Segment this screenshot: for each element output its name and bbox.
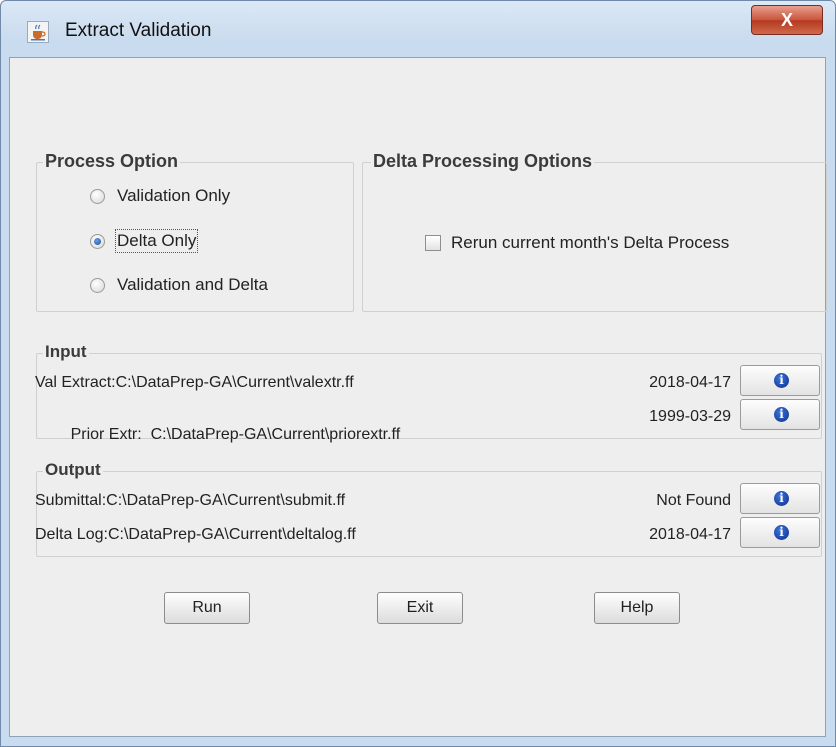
info-icon: i	[774, 407, 789, 422]
info-icon: i	[774, 491, 789, 506]
output-row-submittal: Submittal:C:\DataPrep-GA\Current\submit.…	[35, 483, 825, 519]
file-date: 2018-04-17	[649, 374, 731, 391]
radio-delta-only[interactable]: Delta Only	[90, 228, 199, 254]
input-row-val-extract: Val Extract:C:\DataPrep-GA\Current\valex…	[35, 365, 825, 401]
process-option-panel: Process Option Validation Only Delta Onl…	[36, 151, 354, 312]
radio-button-icon	[90, 277, 105, 293]
radio-button-selected-icon	[90, 233, 105, 249]
checkbox-icon	[425, 235, 441, 251]
file-label: Prior Extr: C:\DataPrep-GA\Current\prior…	[70, 426, 401, 443]
info-button[interactable]: i	[740, 365, 820, 396]
title-bar[interactable]: Extract Validation X	[1, 1, 835, 57]
info-icon: i	[774, 525, 789, 540]
close-button[interactable]: X	[751, 5, 823, 35]
file-date: 2018-04-17	[649, 526, 731, 543]
info-button[interactable]: i	[740, 517, 820, 548]
delta-processing-options-panel: Delta Processing Options Rerun current m…	[362, 151, 827, 312]
file-status: Not Found	[656, 492, 731, 509]
info-button[interactable]: i	[740, 483, 820, 514]
file-label: Delta Log:C:\DataPrep-GA\Current\deltalo…	[35, 526, 356, 543]
output-title: Output	[43, 460, 103, 480]
dialog-content: Process Option Validation Only Delta Onl…	[9, 57, 827, 737]
info-icon: i	[774, 373, 789, 388]
rerun-delta-checkbox[interactable]: Rerun current month's Delta Process	[425, 231, 729, 255]
radio-validation-only[interactable]: Validation Only	[90, 183, 230, 209]
run-button[interactable]: Run	[164, 592, 250, 624]
exit-button[interactable]: Exit	[377, 592, 463, 624]
extract-validation-window: Extract Validation X Process Option Vali…	[0, 0, 836, 747]
output-row-delta-log: Delta Log:C:\DataPrep-GA\Current\deltalo…	[35, 517, 825, 553]
file-date: 1999-03-29	[649, 408, 731, 425]
close-icon: X	[780, 10, 793, 30]
radio-label: Validation and Delta	[117, 275, 268, 294]
radio-label: Validation Only	[117, 186, 231, 205]
info-button[interactable]: i	[740, 399, 820, 430]
window-title: Extract Validation	[65, 20, 212, 41]
input-row-prior-extr: Prior Extr: C:\DataPrep-GA\Current\prior…	[35, 399, 825, 443]
radio-button-icon	[90, 188, 105, 204]
help-button[interactable]: Help	[594, 592, 680, 624]
file-label: Val Extract:C:\DataPrep-GA\Current\valex…	[35, 374, 354, 391]
radio-validation-and-delta[interactable]: Validation and Delta	[90, 272, 268, 298]
checkbox-label: Rerun current month's Delta Process	[451, 233, 730, 252]
java-cup-icon	[27, 21, 49, 43]
delta-processing-options-title: Delta Processing Options	[371, 151, 595, 172]
input-title: Input	[43, 342, 89, 362]
process-option-title: Process Option	[43, 151, 181, 172]
file-label: Submittal:C:\DataPrep-GA\Current\submit.…	[35, 492, 346, 509]
radio-label: Delta Only	[114, 229, 199, 253]
